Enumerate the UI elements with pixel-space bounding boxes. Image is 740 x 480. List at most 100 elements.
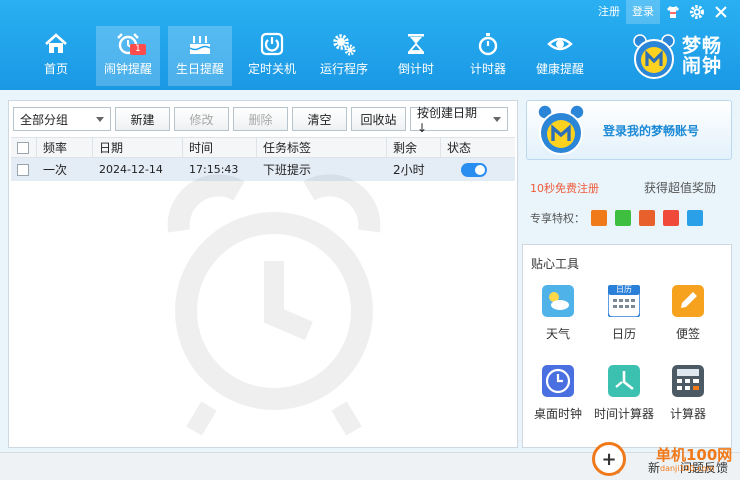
privileges-row: 专享特权：	[530, 210, 703, 226]
group-select[interactable]: 全部分组	[13, 107, 111, 131]
alarm-clock-watermark-icon	[167, 174, 381, 436]
site-watermark-logo: +	[592, 442, 626, 476]
nav-countdown-label: 倒计时	[397, 62, 434, 76]
hourglass-icon	[402, 30, 430, 58]
nav-home-label: 首页	[43, 62, 68, 76]
main-nav: 首页 1 闹钟提醒 生日提醒 定时关机 运行程序 倒计时 计时器 健康提醒	[24, 26, 600, 86]
vip-icon[interactable]	[687, 210, 703, 226]
gift-icon[interactable]	[591, 210, 607, 226]
new-button[interactable]: 新建	[115, 107, 170, 131]
tool-calendar-label: 日历	[611, 327, 636, 341]
calculator-icon	[672, 365, 704, 397]
tools-panel: 贴心工具 天气 日历 日历 便签 桌面时钟 时间计算器 计算器	[522, 244, 732, 448]
chevron-down-icon	[493, 116, 501, 122]
tool-time-calculator[interactable]: 时间计算器	[591, 365, 657, 422]
tool-notes[interactable]: 便签	[655, 285, 721, 342]
login-card[interactable]: 登录我的梦畅账号	[526, 100, 732, 160]
row-checkbox-cell	[11, 158, 37, 181]
tools-title: 贴心工具	[531, 257, 580, 271]
alarm-count-badge: 1	[130, 44, 146, 55]
login-link[interactable]: 登录	[626, 0, 660, 24]
clear-button[interactable]: 清空	[292, 107, 347, 131]
group-select-value: 全部分组	[20, 112, 69, 127]
nav-alarm-label: 闹钟提醒	[103, 62, 152, 76]
eye-icon	[546, 30, 574, 58]
home-icon	[42, 30, 70, 58]
col-remaining[interactable]: 剩余	[387, 138, 441, 157]
select-all-checkbox[interactable]	[17, 141, 29, 154]
top-right-bar: 注册 登录	[592, 0, 740, 24]
cell-status	[441, 158, 515, 181]
nav-alarm[interactable]: 1 闹钟提醒	[96, 26, 160, 86]
tool-desk-clock[interactable]: 桌面时钟	[525, 365, 591, 422]
brand-name: 梦畅闹钟	[682, 35, 723, 77]
account-panel: 登录我的梦畅账号 10秒免费注册 获得超值奖励 专享特权：	[526, 100, 732, 240]
delete-button[interactable]: 删除	[233, 107, 288, 131]
bottom-bar: 技 新 问题反馈	[0, 452, 740, 480]
site-watermark-url: danji100.com	[660, 464, 715, 473]
desk-clock-icon	[542, 365, 574, 397]
col-date[interactable]: 日期	[93, 138, 183, 157]
chevron-down-icon	[96, 116, 104, 122]
nav-shutdown-label: 定时关机	[247, 62, 296, 76]
weather-icon	[542, 285, 574, 317]
nav-run-program[interactable]: 运行程序	[312, 26, 376, 86]
site-watermark-name: 单机100网	[656, 446, 733, 464]
stopwatch-icon	[474, 30, 502, 58]
tool-time-calculator-label: 时间计算器	[593, 407, 654, 421]
select-all-cell	[11, 138, 37, 157]
nav-birthday-label: 生日提醒	[175, 62, 224, 76]
register-link[interactable]: 注册	[592, 0, 626, 24]
header: 注册 登录 首页 1 闹钟提醒 生日提醒 定时关机 运行程序 倒计时 计时器 健…	[0, 0, 740, 90]
close-icon[interactable]	[710, 1, 732, 23]
tool-weather-label: 天气	[545, 327, 570, 341]
shirt-icon[interactable]	[662, 1, 684, 23]
sort-select[interactable]: 按创建日期↓	[410, 106, 508, 135]
present-icon[interactable]	[663, 210, 679, 226]
col-status[interactable]: 状态	[441, 138, 515, 157]
privileges-label: 专享特权：	[530, 212, 585, 225]
table-header: 频率 日期 时间 任务标签 剩余 状态	[11, 137, 515, 158]
col-frequency[interactable]: 频率	[37, 138, 93, 157]
nav-shutdown[interactable]: 定时关机	[240, 26, 304, 86]
rocket-icon[interactable]	[615, 210, 631, 226]
list-toolbar: 全部分组 新建 修改 删除 清空 回收站 按创建日期↓	[13, 106, 508, 135]
alarm-list-panel: 全部分组 新建 修改 删除 清空 回收站 按创建日期↓ 频率 日期 时间 任务标…	[8, 100, 518, 448]
gear-icon[interactable]	[686, 1, 708, 23]
login-account-text[interactable]: 登录我的梦畅账号	[603, 122, 699, 139]
row-checkbox[interactable]	[17, 163, 29, 176]
nav-countdown[interactable]: 倒计时	[384, 26, 448, 86]
ticket-icon[interactable]	[639, 210, 655, 226]
cell-remaining: 2小时	[393, 163, 425, 177]
recycle-bin-button[interactable]: 回收站	[351, 107, 406, 131]
nav-health-label: 健康提醒	[535, 62, 584, 76]
tool-notes-label: 便签	[675, 327, 700, 341]
mascot-avatar-icon	[537, 104, 585, 155]
time-calculator-icon	[608, 365, 640, 397]
col-time[interactable]: 时间	[183, 138, 257, 157]
edit-button[interactable]: 修改	[174, 107, 229, 131]
tool-calculator[interactable]: 计算器	[655, 365, 721, 422]
nav-health[interactable]: 健康提醒	[528, 26, 592, 86]
sort-select-value: 按创建日期↓	[417, 105, 478, 135]
brand: 梦畅闹钟	[630, 32, 730, 80]
free-register-link[interactable]: 10秒免费注册	[530, 180, 599, 196]
app-logo-icon	[633, 34, 675, 79]
tool-calculator-label: 计算器	[669, 407, 706, 421]
nav-birthday[interactable]: 生日提醒	[168, 26, 232, 86]
nav-run-program-label: 运行程序	[319, 62, 368, 76]
cell-frequency: 一次	[43, 163, 68, 177]
tool-calendar[interactable]: 日历 日历	[591, 285, 657, 342]
nav-home[interactable]: 首页	[24, 26, 88, 86]
power-icon	[258, 30, 286, 58]
col-task-label[interactable]: 任务标签	[257, 138, 387, 157]
reward-link[interactable]: 获得超值奖励	[644, 179, 716, 196]
status-toggle[interactable]	[461, 162, 487, 177]
birthday-cake-icon	[186, 30, 214, 58]
tool-desk-clock-label: 桌面时钟	[533, 407, 582, 421]
nav-timer[interactable]: 计时器	[456, 26, 520, 86]
note-pencil-icon	[672, 285, 704, 317]
tool-weather[interactable]: 天气	[525, 285, 591, 342]
gears-icon	[330, 30, 358, 58]
calendar-icon-text: 日历	[616, 285, 632, 294]
